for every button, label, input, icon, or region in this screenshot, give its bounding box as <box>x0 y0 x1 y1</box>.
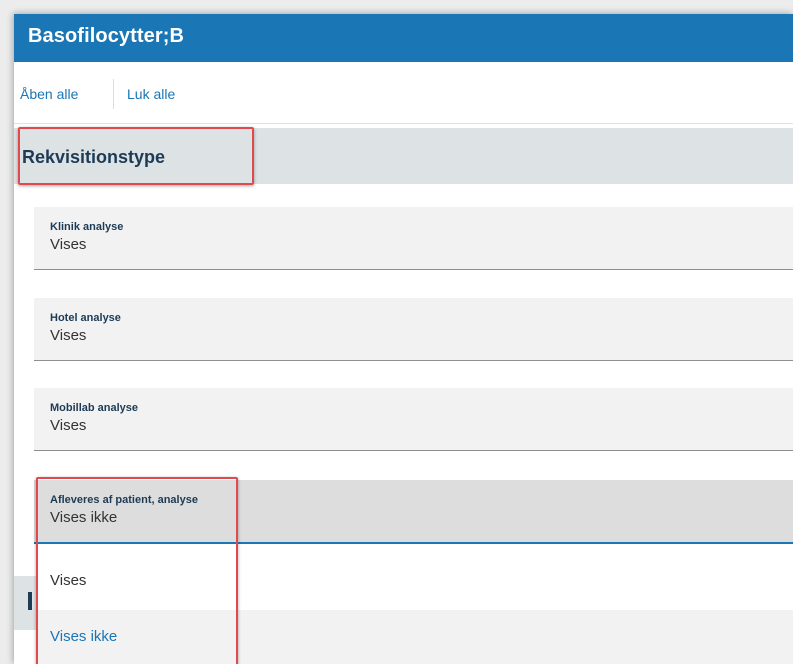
toolbar-divider <box>113 79 114 109</box>
field-afleveres-af-patient-select[interactable]: Afleveres af patient, analyse Vises ikke <box>34 480 793 544</box>
detail-panel: Basofilocytter;B Åben alle Luk alle Rekv… <box>14 14 793 664</box>
option-label: Vises ikke <box>50 628 118 645</box>
dropdown-option-vises-ikke[interactable]: Vises ikke <box>36 610 793 664</box>
option-label: Vises <box>50 572 87 589</box>
field-klinik-analyse[interactable]: Klinik analyse Vises <box>34 207 793 270</box>
section-title: Rekvisitionstype <box>22 147 166 167</box>
toolbar: Åben alle Luk alle <box>14 62 793 124</box>
collapsed-section-header[interactable] <box>14 576 36 630</box>
field-value: Vises <box>50 236 87 253</box>
dropdown-option-vises[interactable]: Vises <box>36 554 793 608</box>
select-dropdown-menu: Vises Vises ikke <box>36 546 793 664</box>
field-mobillab-analyse[interactable]: Mobillab analyse Vises <box>34 388 793 451</box>
field-label: Hotel analyse <box>50 312 121 324</box>
field-label: Afleveres af patient, analyse <box>50 494 198 506</box>
close-all-link[interactable]: Luk alle <box>127 86 175 102</box>
open-all-link[interactable]: Åben alle <box>20 86 78 102</box>
section-header-rekvisitionstype[interactable]: Rekvisitionstype <box>14 128 793 184</box>
field-label: Klinik analyse <box>50 221 124 233</box>
panel-header: Basofilocytter;B <box>14 14 793 62</box>
field-value: Vises <box>50 327 87 344</box>
section-title-fragment <box>28 592 32 610</box>
panel-title: Basofilocytter;B <box>28 25 185 47</box>
field-label: Mobillab analyse <box>50 402 139 414</box>
field-value: Vises ikke <box>50 509 118 526</box>
field-value: Vises <box>50 417 87 434</box>
field-hotel-analyse[interactable]: Hotel analyse Vises <box>34 298 793 361</box>
